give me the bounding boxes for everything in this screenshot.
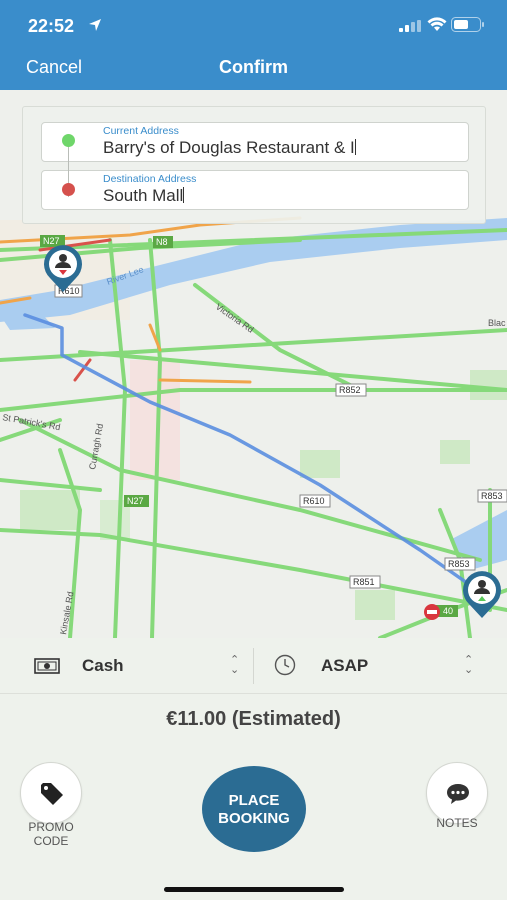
status-bar: 22:52 <box>0 0 507 50</box>
wifi-icon <box>427 17 447 31</box>
current-address-label: Current Address <box>103 125 179 137</box>
svg-text:N8: N8 <box>156 237 168 247</box>
current-address-value: Barry's of Douglas Restaurant & I <box>103 138 355 157</box>
location-arrow-icon <box>89 19 101 31</box>
promo-code-label: PROMO CODE <box>28 820 74 848</box>
svg-text:R610: R610 <box>303 496 325 506</box>
pickup-time-value: ASAP <box>321 656 369 675</box>
notes-label: NOTES <box>436 816 478 830</box>
origin-dot-icon <box>62 134 75 147</box>
tag-icon <box>41 783 63 805</box>
pickup-time-selector[interactable]: ASAP ⌃ ⌄ <box>254 638 507 694</box>
svg-text:40: 40 <box>443 606 453 616</box>
signal-icon <box>399 20 421 32</box>
svg-text:N27: N27 <box>127 496 144 506</box>
destination-pin-icon[interactable] <box>459 568 505 620</box>
origin-pin-icon[interactable] <box>40 242 86 294</box>
payment-method-selector[interactable]: Cash ⌃ ⌄ <box>0 638 253 694</box>
destination-address-label: Destination Address <box>103 173 197 185</box>
svg-text:R852: R852 <box>339 385 361 395</box>
payment-row: Cash ⌃ ⌄ ASAP ⌃ ⌄ <box>0 638 507 694</box>
svg-text:R851: R851 <box>353 577 375 587</box>
page-title: Confirm <box>219 57 288 77</box>
status-time: 22:52 <box>28 16 75 36</box>
destination-address-field[interactable]: Destination Address South Mall <box>41 170 469 210</box>
route-map[interactable]: N27 N8 River Lee R610 Victoria Rd Blac R… <box>0 90 507 638</box>
home-indicator <box>164 887 344 892</box>
clock-icon <box>274 654 296 676</box>
current-address-field[interactable]: Current Address Barry's of Douglas Resta… <box>41 122 469 162</box>
chat-bubble-icon <box>447 784 469 804</box>
cash-icon <box>34 658 60 674</box>
notes-button[interactable] <box>426 762 488 824</box>
booking-panel: Cash ⌃ ⌄ ASAP ⌃ ⌄ €11.00 (Estimated) PROMO… <box>0 638 507 900</box>
svg-text:Blac: Blac <box>488 318 506 328</box>
destination-dot-icon <box>62 183 75 196</box>
payment-method-value: Cash <box>82 656 124 675</box>
promo-code-button[interactable] <box>20 762 82 824</box>
address-panel: Current Address Barry's of Douglas Resta… <box>22 106 486 224</box>
svg-text:Victoria Rd: Victoria Rd <box>214 301 256 334</box>
destination-address-value: South Mall <box>103 186 184 205</box>
svg-text:R853: R853 <box>481 491 503 501</box>
chevron-updown-icon: ⌃ ⌄ <box>230 654 240 676</box>
chevron-updown-icon: ⌃ ⌄ <box>464 654 474 676</box>
header: 22:52 Cancel Confirm <box>0 0 507 90</box>
estimated-price: €11.00 (Estimated) <box>166 708 341 730</box>
place-booking-label: PLACE BOOKING <box>218 792 290 827</box>
place-booking-button[interactable]: PLACE BOOKING <box>202 766 306 852</box>
battery-icon <box>451 17 484 32</box>
